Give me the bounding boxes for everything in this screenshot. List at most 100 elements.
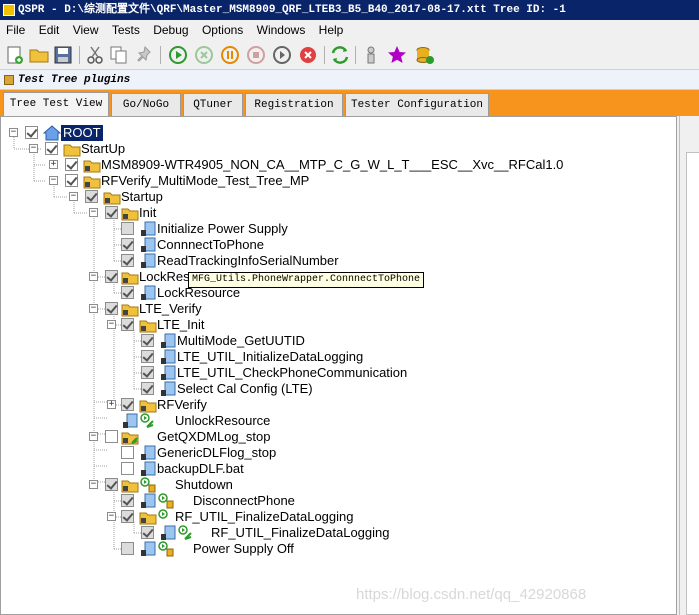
test-lock-icon xyxy=(161,349,176,364)
collapse-toggle[interactable]: − xyxy=(29,144,38,153)
cut-icon[interactable] xyxy=(84,44,106,66)
collapse-toggle[interactable]: − xyxy=(89,432,98,441)
tree-node-label: LockRes xyxy=(139,269,190,284)
node-checkbox[interactable] xyxy=(121,542,134,555)
menu-edit[interactable]: Edit xyxy=(35,20,64,40)
node-checkbox[interactable] xyxy=(141,366,154,379)
node-checkbox[interactable] xyxy=(141,334,154,347)
save-icon[interactable] xyxy=(52,44,74,66)
folder-icon xyxy=(63,144,81,157)
pause-icon[interactable] xyxy=(219,44,241,66)
tab-tree-test-view[interactable]: Tree Test View xyxy=(3,92,109,116)
home-icon xyxy=(43,125,61,141)
test-lock-icon xyxy=(141,461,156,476)
tree-node-label: LTE_UTIL_InitializeDataLogging xyxy=(177,349,364,364)
collapse-toggle[interactable]: − xyxy=(107,320,116,329)
tab-go-nogo[interactable]: Go/NoGo xyxy=(111,93,181,116)
node-checkbox[interactable] xyxy=(65,174,78,187)
tree-node-label: RF_UTIL_FinalizeDataLogging xyxy=(211,525,390,540)
node-checkbox[interactable] xyxy=(105,430,118,443)
menu-file[interactable]: File xyxy=(2,20,29,40)
run-finally-icon xyxy=(140,413,154,428)
user-icon[interactable] xyxy=(360,44,382,66)
menu-options[interactable]: Options xyxy=(198,20,247,40)
new-file-icon[interactable] xyxy=(4,44,26,66)
refresh-icon[interactable] xyxy=(329,44,351,66)
node-checkbox[interactable] xyxy=(121,286,134,299)
tree-node-label: RFVerify xyxy=(157,397,207,412)
tree-node-label: Shutdown xyxy=(175,477,233,492)
tab-qtuner[interactable]: QTuner xyxy=(183,93,243,116)
run-finally-icon xyxy=(158,493,174,509)
title-bar: QSPR - D:\综测配置文件\QRF\Master_MSM8909_QRF_… xyxy=(0,0,699,20)
pin-icon[interactable] xyxy=(134,44,156,66)
node-checkbox[interactable] xyxy=(85,190,98,203)
run-finally-icon xyxy=(178,525,192,540)
menu-help[interactable]: Help xyxy=(315,20,348,40)
node-checkbox[interactable] xyxy=(121,254,134,267)
right-side-pane xyxy=(679,116,699,615)
run-icon[interactable] xyxy=(167,44,189,66)
node-checkbox[interactable] xyxy=(141,350,154,363)
folder-lock-icon xyxy=(103,192,121,205)
expand-toggle[interactable]: + xyxy=(107,400,116,409)
node-checkbox[interactable] xyxy=(105,478,118,491)
star-icon[interactable] xyxy=(386,44,408,66)
node-checkbox[interactable] xyxy=(121,398,134,411)
menu-view[interactable]: View xyxy=(69,20,103,40)
toolbar-separator xyxy=(79,46,80,64)
tree-node-label: LTE_UTIL_CheckPhoneCommunication xyxy=(177,365,408,380)
folder-lock-icon xyxy=(121,208,139,221)
folder-lock-icon xyxy=(139,512,157,525)
cancel-icon[interactable] xyxy=(297,44,319,66)
tree-node-label: Initialize Power Supply xyxy=(157,221,288,236)
menu-tests[interactable]: Tests xyxy=(108,20,144,40)
tree-node-label: MSM8909-WTR4905_NON_CA__MTP_C_G_W_L_T___… xyxy=(101,157,564,172)
menu-windows[interactable]: Windows xyxy=(253,20,310,40)
collapse-toggle[interactable]: − xyxy=(89,272,98,281)
tab-tester-configuration[interactable]: Tester Configuration xyxy=(345,93,489,116)
test-lock-icon xyxy=(141,221,156,236)
collapse-toggle[interactable]: − xyxy=(89,304,98,313)
node-checkbox[interactable] xyxy=(141,382,154,395)
folder-lock-icon xyxy=(121,272,139,285)
database-icon[interactable] xyxy=(414,44,436,66)
menu-debug[interactable]: Debug xyxy=(149,20,192,40)
node-checkbox[interactable] xyxy=(105,302,118,315)
node-checkbox[interactable] xyxy=(121,510,134,523)
collapse-toggle[interactable]: − xyxy=(107,512,116,521)
node-checkbox[interactable] xyxy=(45,142,58,155)
node-checkbox[interactable] xyxy=(121,494,134,507)
tree-node-label: GenericDLFlog_stop xyxy=(157,445,277,460)
node-checkbox[interactable] xyxy=(121,446,134,459)
node-checkbox[interactable] xyxy=(121,462,134,475)
tree-node-label: RF_UTIL_FinalizeDataLogging xyxy=(175,509,354,524)
collapse-toggle[interactable]: − xyxy=(9,128,18,137)
node-checkbox[interactable] xyxy=(121,222,134,235)
test-lock-icon xyxy=(123,413,138,428)
collapse-toggle[interactable]: − xyxy=(49,176,58,185)
stop-icon[interactable] xyxy=(245,44,267,66)
expand-toggle[interactable]: + xyxy=(49,160,58,169)
window-title: QSPR - D:\综测配置文件\QRF\Master_MSM8909_QRF_… xyxy=(18,4,566,16)
node-checkbox[interactable] xyxy=(65,158,78,171)
copy-icon[interactable] xyxy=(108,44,130,66)
tab-registration[interactable]: Registration xyxy=(245,93,343,116)
right-pane-panel xyxy=(686,152,699,615)
toolbar-separator xyxy=(160,46,161,64)
test-lock-icon xyxy=(161,381,176,396)
node-checkbox[interactable] xyxy=(141,526,154,539)
collapse-toggle[interactable]: − xyxy=(89,480,98,489)
tree-node-label: ROOT xyxy=(61,125,103,141)
collapse-toggle[interactable]: − xyxy=(89,208,98,217)
node-checkbox[interactable] xyxy=(105,270,118,283)
collapse-toggle[interactable]: − xyxy=(69,192,78,201)
step-icon[interactable] xyxy=(271,44,293,66)
node-checkbox[interactable] xyxy=(121,238,134,251)
node-checkbox[interactable] xyxy=(105,206,118,219)
node-checkbox[interactable] xyxy=(25,126,38,139)
menu-bar: File Edit View Tests Debug Options Windo… xyxy=(0,20,699,40)
open-folder-icon[interactable] xyxy=(28,44,50,66)
stop-circle-icon[interactable] xyxy=(193,44,215,66)
node-checkbox[interactable] xyxy=(121,318,134,331)
